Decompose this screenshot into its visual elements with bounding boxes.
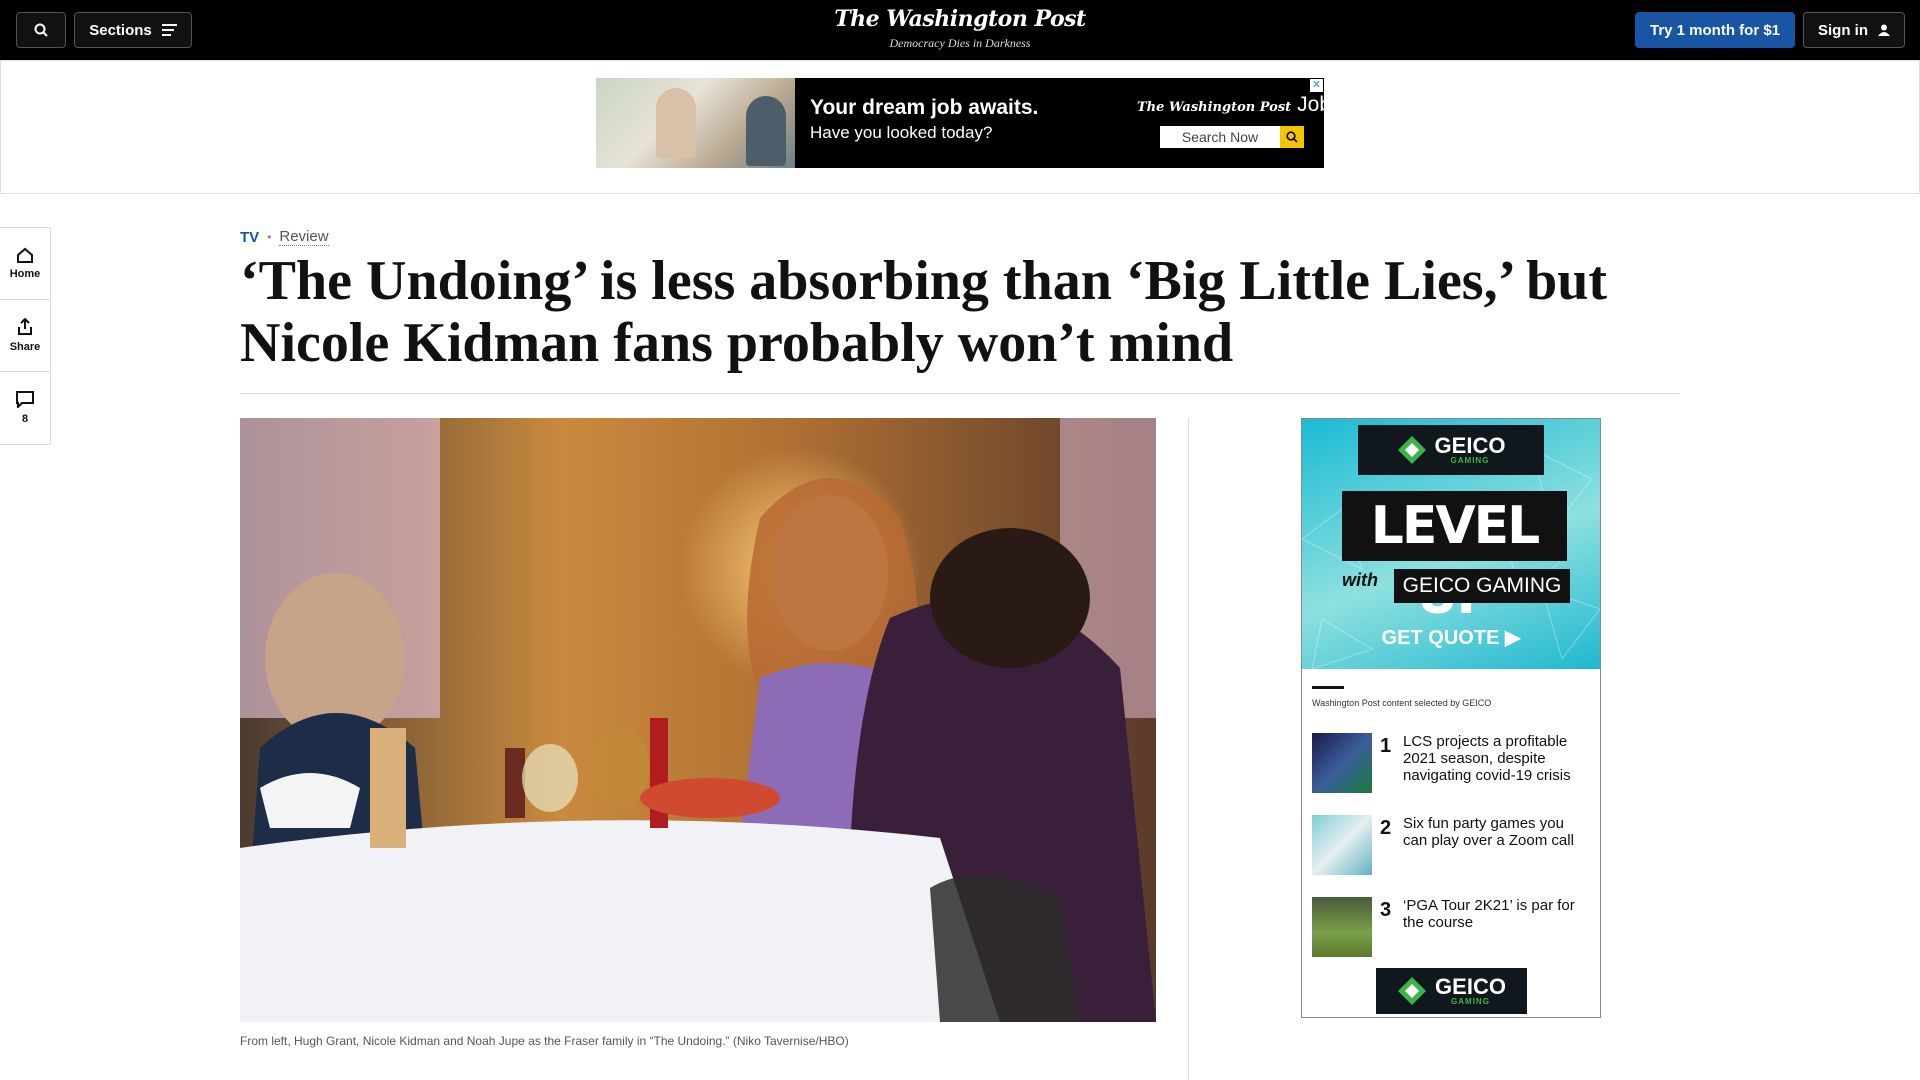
- geico-brand-sub: GAMING: [1450, 456, 1490, 465]
- rail-share-button[interactable]: Share: [0, 300, 50, 372]
- article-headline: ‘The Undoing’ is less absorbing than ‘Bi…: [240, 250, 1608, 374]
- masthead[interactable]: The Washington Post Democracy Dies in Da…: [760, 6, 1160, 51]
- tagline: Democracy Dies in Darkness: [889, 36, 1031, 50]
- story-title[interactable]: Six fun party games you can play over a …: [1403, 815, 1583, 849]
- geico-gaming-label: GEICO GAMING: [1394, 569, 1570, 603]
- search-icon: [1286, 131, 1298, 143]
- top-navigation: Sections The Washington Post Democracy D…: [0, 0, 1920, 60]
- column-divider: [1188, 418, 1189, 1080]
- banner-person: [746, 96, 786, 166]
- rail-comments-button[interactable]: 8: [0, 372, 50, 444]
- subscribe-button[interactable]: Try 1 month for $1: [1635, 12, 1795, 48]
- get-quote-button[interactable]: GET QUOTE ▶: [1302, 625, 1600, 650]
- sections-button[interactable]: Sections: [74, 12, 192, 48]
- section-link[interactable]: TV: [240, 229, 259, 246]
- geico-gaming-logo: GEICO GAMING: [1358, 425, 1544, 475]
- geico-logo-icon: [1397, 436, 1426, 464]
- sponsored-story[interactable]: 2 Six fun party games you can play over …: [1312, 815, 1592, 877]
- kicker-separator: •: [267, 230, 272, 244]
- geico-footer-brand: GEICO: [1435, 974, 1506, 999]
- ad-close-icon[interactable]: ✕: [1310, 79, 1323, 92]
- side-rail: Home Share 8: [0, 227, 51, 445]
- banner-photo: [596, 78, 795, 168]
- story-title[interactable]: LCS projects a profitable 2021 season, d…: [1403, 733, 1583, 784]
- with-label: with: [1342, 570, 1378, 590]
- image-caption: From left, Hugh Grant, Nicole Kidman and…: [240, 1034, 849, 1048]
- banner-person: [656, 88, 696, 158]
- search-icon: [34, 23, 48, 37]
- sponsor-disclosure: Washington Post content selected by GEIC…: [1312, 698, 1492, 708]
- banner-search-button[interactable]: Search Now: [1160, 126, 1280, 148]
- banner-subline: Have you looked today?: [810, 123, 993, 142]
- site-logo[interactable]: The Washington Post: [760, 6, 1160, 32]
- story-thumbnail: [1312, 815, 1372, 875]
- review-label[interactable]: Review: [279, 228, 329, 246]
- rail-home-label: Home: [9, 268, 41, 280]
- headline-divider: [240, 393, 1680, 394]
- story-title[interactable]: ‘PGA Tour 2K21’ is par for the course: [1403, 897, 1583, 931]
- menu-icon: [161, 24, 177, 36]
- story-thumbnail: [1312, 897, 1372, 957]
- search-button[interactable]: [16, 12, 66, 48]
- ad-hero[interactable]: GEICO GAMING LEVEL UP with GEICO GAMING …: [1302, 419, 1600, 669]
- sponsored-story[interactable]: 1 LCS projects a profitable 2021 season,…: [1312, 733, 1592, 795]
- comment-icon: [16, 391, 34, 408]
- banner-headline: Your dream job awaits.: [810, 96, 1039, 119]
- geico-logo-icon: [1398, 977, 1427, 1005]
- sign-in-label: Sign in: [1818, 21, 1868, 39]
- sign-in-button[interactable]: Sign in: [1803, 12, 1905, 48]
- geico-brand: GEICO: [1434, 433, 1506, 458]
- banner-brand-suffix: Jobs: [1297, 93, 1342, 116]
- geico-footer-sub: GAMING: [1451, 997, 1490, 1006]
- article-hero-image[interactable]: [240, 418, 1156, 1022]
- sponsored-story[interactable]: 3 ‘PGA Tour 2K21’ is par for the course: [1312, 897, 1592, 959]
- home-icon: [17, 247, 33, 263]
- rail-home-button[interactable]: Home: [0, 228, 50, 300]
- geico-footer-logo[interactable]: GEICO GAMING: [1376, 968, 1527, 1014]
- jobs-banner-ad[interactable]: Your dream job awaits. Have you looked t…: [596, 78, 1324, 168]
- sections-label: Sections: [89, 21, 152, 39]
- module-accent-bar: [1312, 686, 1344, 689]
- banner-copy: Your dream job awaits. Have you looked t…: [795, 78, 1115, 168]
- hero-photo-illustration: [240, 418, 1156, 1022]
- rail-share-label: Share: [9, 341, 41, 353]
- story-thumbnail: [1312, 733, 1372, 793]
- rail-comments-count: 8: [21, 413, 29, 425]
- banner-brand-logo: The Washington Post: [1137, 100, 1292, 115]
- user-icon: [1878, 24, 1890, 36]
- banner-brand: The Washington Post Jobs: [1137, 93, 1342, 117]
- sponsored-ad-module[interactable]: GEICO GAMING LEVEL UP with GEICO GAMING …: [1301, 418, 1601, 1018]
- banner-search-go[interactable]: [1280, 126, 1304, 148]
- share-icon: [18, 318, 32, 335]
- article-kicker: TV • Review: [240, 228, 329, 246]
- level-up-heading: LEVEL UP: [1342, 491, 1567, 626]
- story-number: 1: [1380, 735, 1392, 757]
- story-number: 2: [1380, 817, 1392, 839]
- story-number: 3: [1380, 899, 1392, 921]
